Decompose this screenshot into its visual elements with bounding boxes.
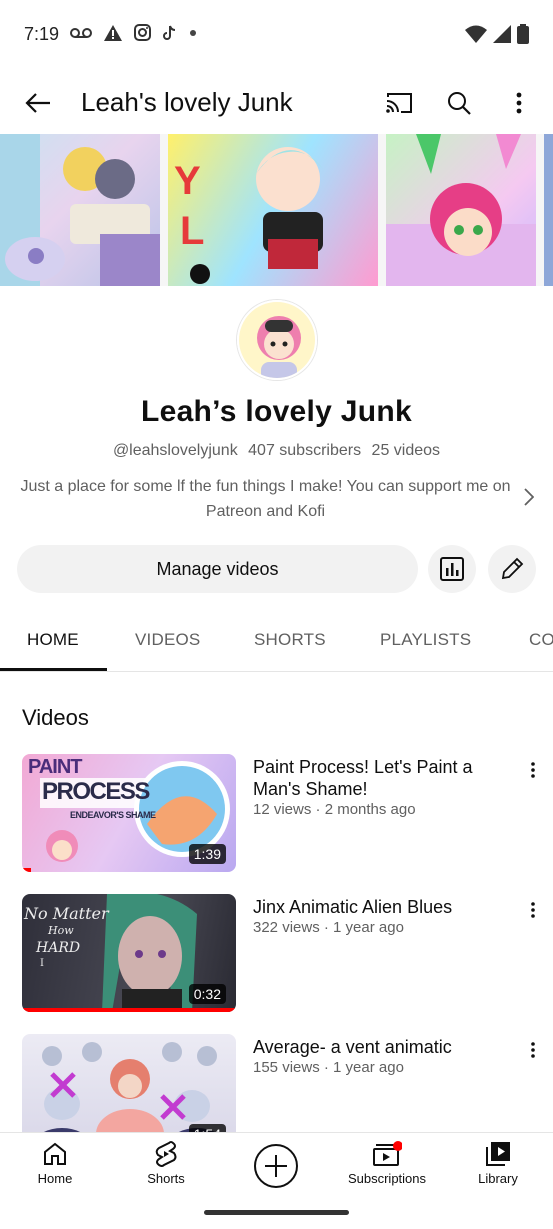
analytics-icon — [440, 557, 464, 581]
home-icon — [44, 1142, 66, 1165]
video-duration: 1:39 — [188, 844, 226, 864]
tab-videos[interactable]: VIDEOS — [135, 630, 200, 650]
thumbnail-text: ENDEAVOR'S SHAME — [70, 810, 156, 820]
video-item[interactable]: PAINT PROCESS ENDEAVOR'S SHAME 1:39 Pain… — [0, 754, 553, 874]
video-meta: 155 views · 1 year ago — [253, 1059, 404, 1076]
nav-label: Subscriptions — [347, 1171, 427, 1186]
chevron-right-icon — [524, 488, 534, 506]
thumbnail-text: No Matter — [24, 904, 109, 923]
cast-icon — [386, 93, 412, 113]
home-indicator[interactable] — [204, 1210, 349, 1215]
subscriptions-icon — [373, 1141, 402, 1166]
video-count: 25 videos — [371, 442, 441, 459]
battery-icon — [517, 24, 529, 44]
warning-icon — [104, 24, 122, 41]
video-more-button[interactable] — [521, 1036, 545, 1064]
banner-art-1 — [0, 134, 160, 286]
svg-text:L: L — [180, 209, 204, 253]
watch-progress — [22, 1008, 236, 1012]
description-expand-button[interactable] — [519, 485, 539, 509]
tab-home[interactable]: HOME — [27, 630, 79, 650]
channel-handle: @leahslovelyjunk — [112, 442, 238, 459]
video-duration: 0:32 — [188, 984, 226, 1004]
library-icon — [486, 1142, 510, 1166]
thumbnail-text: How — [48, 924, 74, 937]
signal-icon — [493, 25, 511, 43]
search-button[interactable] — [439, 83, 479, 123]
back-button[interactable] — [18, 83, 58, 123]
wifi-icon — [465, 25, 487, 43]
more-vert-icon — [531, 902, 535, 918]
voicemail-icon — [70, 27, 92, 38]
thumbnail-text: I — [40, 958, 44, 969]
nav-subscriptions[interactable]: Subscriptions — [332, 1141, 442, 1186]
active-tab-indicator — [0, 668, 107, 671]
video-meta: 12 views · 2 months ago — [253, 801, 416, 818]
video-more-button[interactable] — [521, 756, 545, 784]
more-vert-icon — [531, 762, 535, 778]
tab-community[interactable]: CO — [529, 630, 553, 650]
create-plus-icon — [254, 1144, 298, 1188]
nav-shorts[interactable]: Shorts — [111, 1141, 221, 1186]
manage-videos-button[interactable]: Manage videos — [17, 545, 418, 593]
video-item[interactable]: No Matter How HARD I 0:32 Jinx Animatic … — [0, 894, 553, 1014]
svg-text:Y: Y — [174, 159, 201, 203]
instagram-icon — [134, 24, 151, 41]
tiktok-icon — [163, 25, 176, 40]
thumbnail-text: PAINT — [28, 756, 83, 778]
video-meta: 322 views · 1 year ago — [253, 919, 404, 936]
nav-create[interactable] — [221, 1143, 331, 1189]
tab-shorts[interactable]: SHORTS — [254, 630, 326, 650]
nav-label: Home — [37, 1171, 73, 1186]
thumbnail-text: HARD — [36, 940, 81, 956]
nav-label: Shorts — [147, 1171, 185, 1186]
banner-art-2: Y L — [168, 134, 378, 286]
subscriber-count: 407 subscribers — [248, 442, 362, 459]
more-vert-icon — [531, 1042, 535, 1058]
channel-tabs: HOME VIDEOS SHORTS PLAYLISTS CO — [0, 610, 553, 672]
dot-icon — [190, 29, 196, 36]
banner-art-4 — [544, 134, 553, 286]
app-bar: Leah's lovely Junk — [0, 75, 553, 131]
status-time: 7:19 — [24, 24, 60, 44]
analytics-button[interactable] — [428, 545, 476, 593]
nav-library[interactable]: Library — [443, 1141, 553, 1186]
cast-button[interactable] — [379, 83, 419, 123]
video-thumbnail[interactable]: PAINT PROCESS ENDEAVOR'S SHAME 1:39 — [22, 754, 236, 872]
edit-channel-button[interactable] — [488, 545, 536, 593]
nav-label: Library — [478, 1171, 518, 1186]
section-title: Videos — [22, 705, 89, 730]
video-more-button[interactable] — [521, 896, 545, 924]
arrow-back-icon — [25, 93, 50, 113]
shorts-icon — [155, 1141, 177, 1167]
more-options-button[interactable] — [499, 83, 539, 123]
channel-description[interactable]: Just a place for some lf the fun things … — [18, 474, 513, 524]
more-vert-icon — [516, 92, 522, 114]
channel-banner: Y L — [0, 134, 553, 286]
channel-name: Leah’s lovely Junk — [140, 395, 413, 428]
video-thumbnail[interactable]: No Matter How HARD I 0:32 — [22, 894, 236, 1012]
channel-meta: @leahslovelyjunk 407 subscribers 25 vide… — [0, 442, 553, 460]
banner-art-3 — [386, 134, 536, 286]
tab-playlists[interactable]: PLAYLISTS — [380, 630, 471, 650]
pencil-icon — [501, 557, 524, 580]
page-title: Leah's lovely Junk — [81, 87, 293, 117]
video-title[interactable]: Jinx Animatic Alien Blues — [253, 896, 503, 918]
nav-home[interactable]: Home — [0, 1141, 110, 1186]
thumbnail-text: PROCESS — [42, 778, 150, 805]
video-title[interactable]: Paint Process! Let's Paint a Man's Shame… — [253, 756, 503, 800]
status-bar: 7:19 — [0, 0, 553, 70]
channel-avatar[interactable] — [237, 300, 317, 380]
video-title[interactable]: Average- a vent animatic — [253, 1036, 503, 1058]
search-icon — [448, 92, 471, 115]
watch-progress — [22, 868, 31, 872]
